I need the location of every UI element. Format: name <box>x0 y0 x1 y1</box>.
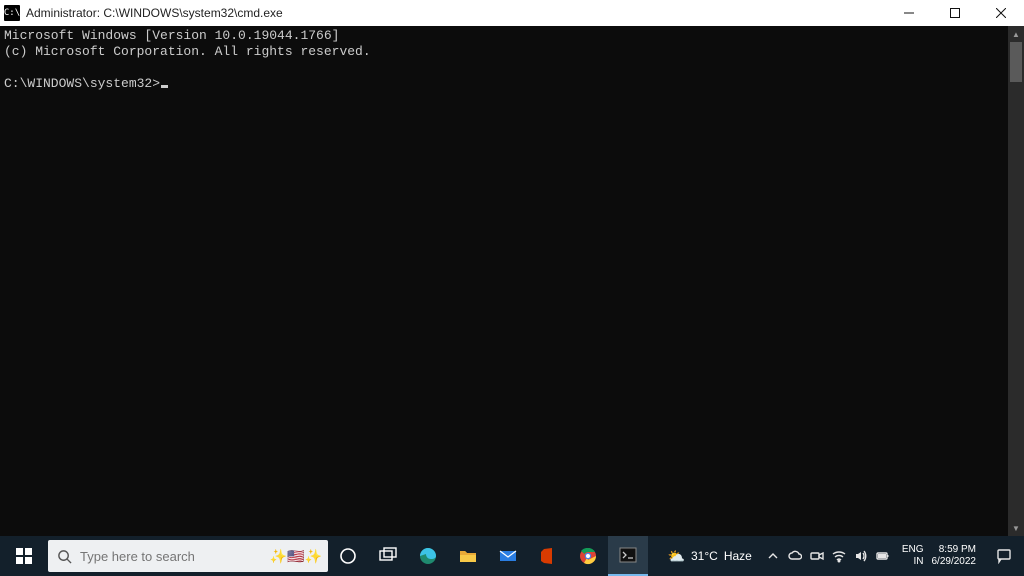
scroll-up-icon[interactable]: ▲ <box>1008 26 1024 42</box>
chrome-icon <box>578 546 598 566</box>
scroll-down-icon[interactable]: ▼ <box>1008 520 1024 536</box>
scroll-thumb[interactable] <box>1010 42 1022 82</box>
cmd-body: Microsoft Windows [Version 10.0.19044.17… <box>0 26 1024 536</box>
weather-temp: 31°C <box>691 549 718 563</box>
lang-line2: IN <box>902 556 924 568</box>
maximize-button[interactable] <box>932 0 978 26</box>
circle-icon <box>338 546 358 566</box>
volume-tray-icon[interactable] <box>850 536 872 576</box>
search-highlight-icon: ✨🇺🇸✨ <box>270 548 328 565</box>
meet-now-tray-icon[interactable] <box>806 536 828 576</box>
camera-icon <box>810 549 824 563</box>
cmd-app-icon: C:\ <box>4 5 20 21</box>
start-button[interactable] <box>0 536 48 576</box>
battery-tray-icon[interactable] <box>872 536 894 576</box>
office-icon <box>538 546 558 566</box>
mail-icon <box>498 546 518 566</box>
minimize-button[interactable] <box>886 0 932 26</box>
cmd-window: C:\ Administrator: C:\WINDOWS\system32\c… <box>0 0 1024 536</box>
edge-button[interactable] <box>408 536 448 576</box>
cursor-icon <box>161 85 168 88</box>
taskbar-search[interactable]: ✨🇺🇸✨ <box>48 540 328 572</box>
chevron-up-icon <box>766 549 780 563</box>
tray-overflow-button[interactable] <box>762 536 784 576</box>
clock[interactable]: 8:59 PM 6/29/2022 <box>932 544 977 568</box>
clock-date: 6/29/2022 <box>932 556 977 568</box>
search-icon <box>48 549 80 564</box>
window-title: Administrator: C:\WINDOWS\system32\cmd.e… <box>26 6 283 20</box>
weather-desc: Haze <box>724 549 752 563</box>
language-indicator[interactable]: ENG IN <box>902 544 924 568</box>
onedrive-tray-icon[interactable] <box>784 536 806 576</box>
cloud-icon <box>788 549 802 563</box>
terminal-icon <box>618 545 638 565</box>
speaker-icon <box>854 549 868 563</box>
clock-time: 8:59 PM <box>932 544 977 556</box>
wifi-tray-icon[interactable] <box>828 536 850 576</box>
terminal-line: Microsoft Windows [Version 10.0.19044.17… <box>4 28 339 43</box>
weather-widget[interactable]: ⛅ 31°C Haze <box>658 536 762 576</box>
taskbar: ✨🇺🇸✨ <box>0 536 1024 576</box>
search-input[interactable] <box>80 549 270 564</box>
terminal-output[interactable]: Microsoft Windows [Version 10.0.19044.17… <box>0 26 1008 536</box>
file-explorer-button[interactable] <box>448 536 488 576</box>
action-center-button[interactable] <box>984 536 1024 576</box>
mail-button[interactable] <box>488 536 528 576</box>
terminal-prompt: C:\WINDOWS\system32> <box>4 76 160 91</box>
titlebar[interactable]: C:\ Administrator: C:\WINDOWS\system32\c… <box>0 0 1024 26</box>
task-view-button[interactable] <box>368 536 408 576</box>
task-view-icon <box>378 546 398 566</box>
notification-icon <box>996 548 1012 564</box>
system-tray <box>762 536 894 576</box>
windows-logo-icon <box>16 548 32 564</box>
chrome-button[interactable] <box>568 536 608 576</box>
vertical-scrollbar[interactable]: ▲ ▼ <box>1008 26 1024 536</box>
edge-icon <box>418 546 438 566</box>
lang-line1: ENG <box>902 544 924 556</box>
office-button[interactable] <box>528 536 568 576</box>
language-clock[interactable]: ENG IN 8:59 PM 6/29/2022 <box>894 536 984 576</box>
battery-icon <box>876 549 890 563</box>
weather-icon: ⛅ <box>668 548 685 565</box>
cmd-taskbar-button[interactable] <box>608 536 648 576</box>
terminal-line: (c) Microsoft Corporation. All rights re… <box>4 44 371 59</box>
wifi-icon <box>832 549 846 563</box>
close-button[interactable] <box>978 0 1024 26</box>
folder-icon <box>458 546 478 566</box>
cortana-button[interactable] <box>328 536 368 576</box>
